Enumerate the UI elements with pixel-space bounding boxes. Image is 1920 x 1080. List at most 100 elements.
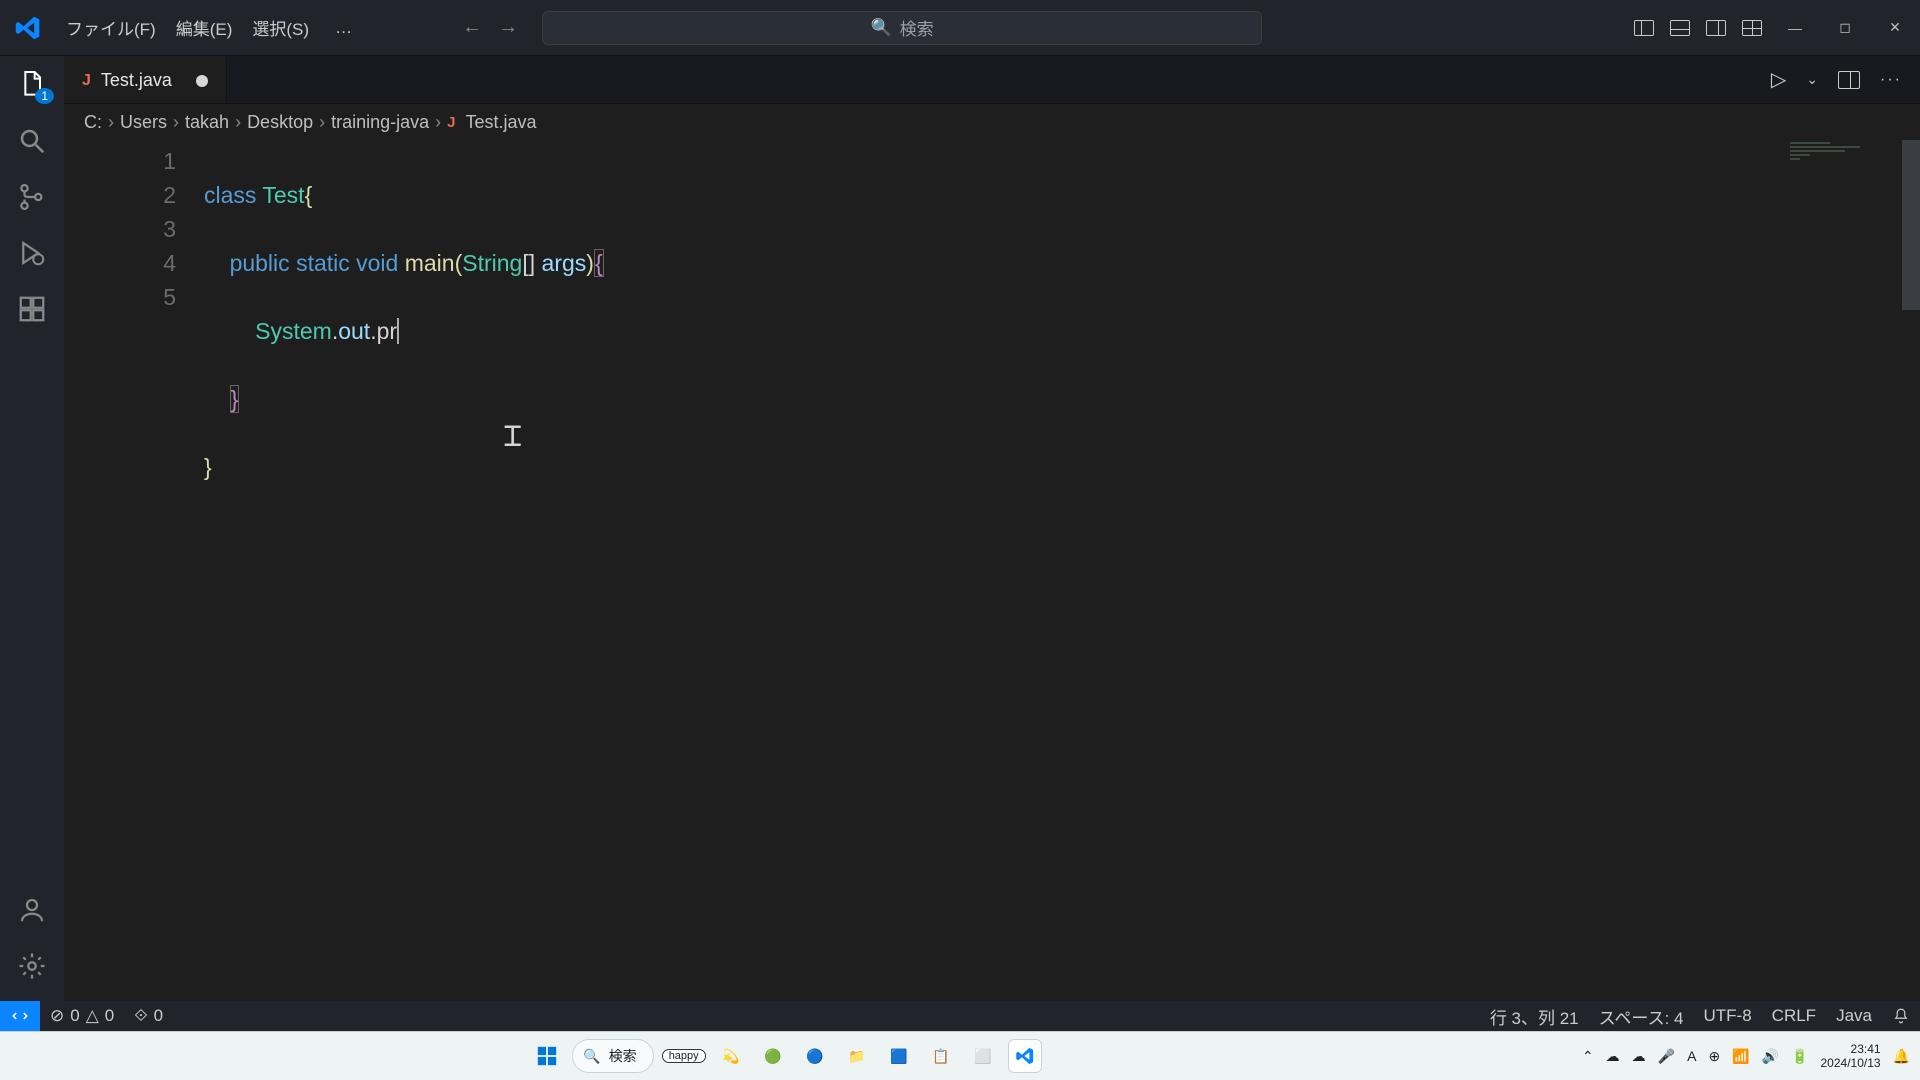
toggle-panel-icon[interactable] [1670,20,1690,36]
code-content[interactable]: class Test{ public static void main(Stri… [204,140,1782,1001]
tray-volume-icon[interactable]: 🔊 [1762,1048,1779,1065]
split-editor-icon[interactable] [1838,71,1860,89]
error-icon: ⊘ [50,1006,64,1026]
breadcrumb-part[interactable]: C: [84,112,102,133]
tray-chevron-icon[interactable]: ⌃ [1582,1048,1594,1065]
menu-select[interactable]: 選択(S) [242,11,319,44]
remote-icon [11,1007,29,1025]
taskbar-copilot[interactable]: 💫 [714,1039,748,1073]
tray-ime-letter[interactable]: A [1687,1048,1696,1064]
chevron-right-icon: › [173,112,179,133]
app-icon: 🟢 [764,1048,781,1065]
extensions-icon [17,294,47,324]
status-notifications[interactable] [1882,1007,1920,1025]
warning-icon: △ [86,1006,99,1026]
clock-time: 23:41 [1821,1042,1881,1056]
line-number: 2 [64,178,176,212]
activity-source-control[interactable] [17,182,47,212]
account-icon [17,895,47,925]
remote-indicator[interactable] [0,1001,40,1031]
java-file-icon: J [82,72,91,90]
activity-accounts[interactable] [17,895,47,925]
status-problems[interactable]: ⊘0 △0 [40,1006,124,1026]
search-icon [17,126,47,156]
breadcrumb-file[interactable]: Test.java [466,112,537,133]
toggle-primary-sidebar-icon[interactable] [1634,20,1654,36]
taskbar-app-2[interactable]: 🔵 [798,1039,832,1073]
copilot-icon: 💫 [722,1048,739,1065]
breadcrumb-part[interactable]: takah [185,112,229,133]
vertical-scrollbar[interactable] [1902,140,1920,1001]
status-ports[interactable]: ⟐0 [124,1006,173,1026]
taskbar-vscode[interactable] [1008,1039,1042,1073]
toggle-secondary-sidebar-icon[interactable] [1706,20,1726,36]
activity-extensions[interactable] [17,294,47,324]
app-icon: ⬜ [974,1048,991,1065]
status-language[interactable]: Java [1826,1006,1882,1026]
window-minimize-icon[interactable]: — [1778,20,1812,36]
window-restore-icon[interactable]: ◻ [1828,19,1862,36]
tray-wifi-icon[interactable]: 📶 [1732,1048,1749,1065]
minimap[interactable] [1782,140,1902,1001]
activity-settings[interactable] [17,951,47,981]
run-debug-icon [17,238,47,268]
breadcrumb-part[interactable]: training-java [331,112,429,133]
menu-edit[interactable]: 編集(E) [166,11,243,44]
editor-tabs: J Test.java ▷ ⌄ ··· [64,56,1920,104]
gear-icon [17,951,47,981]
activity-run-debug[interactable] [17,238,47,268]
text-caret-icon: Ꮖ [504,420,522,454]
clock-date: 2024/10/13 [1821,1056,1881,1070]
editor-more-actions-icon[interactable]: ··· [1880,71,1902,89]
command-center-search[interactable]: 🔍 検索 [542,11,1262,45]
tray-cloud-icon[interactable]: ☁ [1632,1048,1646,1065]
app-icon: 🟦 [890,1048,907,1065]
scrollbar-thumb[interactable] [1902,140,1920,310]
title-bar: ファイル(F) 編集(E) 選択(S) … ← → 🔍 検索 — ◻ ✕ [0,0,1920,56]
tray-notifications-icon[interactable]: 🔔 [1893,1048,1910,1065]
status-encoding[interactable]: UTF-8 [1694,1006,1762,1026]
taskbar-app-5[interactable]: ⬜ [966,1039,1000,1073]
tray-onedrive-icon[interactable]: ☁ [1606,1048,1620,1065]
menu-file[interactable]: ファイル(F) [56,11,166,44]
source-control-icon [17,182,47,212]
code-editor[interactable]: 1 2 3 4 5 class Test{ public static void… [64,140,1920,1001]
activity-bar: 1 [0,56,64,1001]
taskbar-explorer[interactable]: 📁 [840,1039,874,1073]
search-icon: 🔍 [870,18,891,38]
activity-search[interactable] [17,126,47,156]
tray-mic-icon[interactable]: 🎤 [1658,1048,1675,1065]
taskbar-app-1[interactable]: 🟢 [756,1039,790,1073]
status-eol[interactable]: CRLF [1762,1006,1826,1026]
customize-layout-icon[interactable] [1742,20,1762,36]
nav-back-icon[interactable]: ← [462,16,482,39]
tab-test-java[interactable]: J Test.java [64,56,227,103]
status-cursor-position[interactable]: 行 3、列 21 [1480,1004,1589,1029]
taskbar-app-4[interactable]: 📋 [924,1039,958,1073]
run-menu-chevron-icon[interactable]: ⌄ [1806,71,1818,88]
run-file-icon[interactable]: ▷ [1771,67,1786,92]
tray-battery-icon[interactable]: 🔋 [1791,1048,1808,1065]
status-indentation[interactable]: スペース: 4 [1589,1004,1694,1029]
editor-group: J Test.java ▷ ⌄ ··· C: › Users › takah ›… [64,56,1920,1001]
menu-more[interactable]: … [325,14,364,42]
nav-forward-icon[interactable]: → [498,16,518,39]
taskbar-ime-suggestion[interactable]: happy [662,1049,706,1063]
taskbar-start-button[interactable] [530,1039,564,1073]
activity-explorer[interactable]: 1 [16,68,48,100]
status-bar: ⊘0 △0 ⟐0 行 3、列 21 スペース: 4 UTF-8 CRLF Jav… [0,1001,1920,1031]
taskbar-clock[interactable]: 23:41 2024/10/13 [1821,1042,1881,1070]
breadcrumb-part[interactable]: Users [120,112,167,133]
line-number: 3 [64,212,176,246]
breadcrumb[interactable]: C: › Users › takah › Desktop › training-… [64,104,1920,140]
chevron-right-icon: › [435,112,441,133]
breadcrumb-part[interactable]: Desktop [247,112,313,133]
bell-icon [1892,1007,1910,1025]
chevron-right-icon: › [319,112,325,133]
tray-ime-mode-icon[interactable]: ⊕ [1708,1048,1720,1065]
explorer-badge: 1 [35,88,54,104]
taskbar-system-tray: ⌃ ☁ ☁ 🎤 A ⊕ 📶 🔊 🔋 23:41 2024/10/13 🔔 [1572,1042,1920,1070]
window-close-icon[interactable]: ✕ [1878,19,1912,36]
taskbar-app-3[interactable]: 🟦 [882,1039,916,1073]
taskbar-search[interactable]: 🔍 検索 [572,1039,653,1073]
